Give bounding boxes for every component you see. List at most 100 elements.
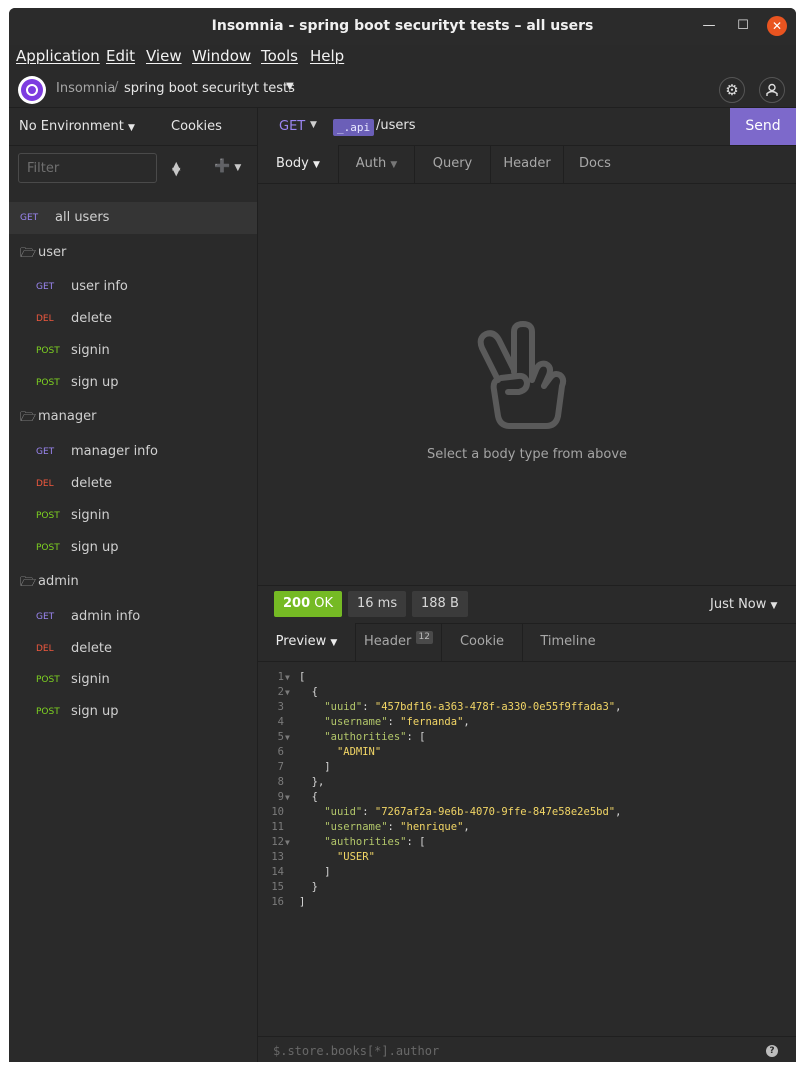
tab-body[interactable]: Body ▼	[258, 145, 339, 183]
breadcrumb-workspace[interactable]: spring boot securityt tests	[124, 81, 295, 96]
tab-response-header[interactable]: Header 12	[356, 623, 441, 661]
sidebar-request-all-users[interactable]: GET all users	[9, 202, 257, 234]
folder-name: manager	[38, 409, 97, 424]
sidebar: No Environment ▼ Cookies ▲▼ ➕ ▼ GET all …	[9, 108, 258, 1062]
breadcrumb-app[interactable]: Insomnia	[56, 81, 115, 96]
url-input[interactable]: /users	[376, 118, 416, 133]
method-badge: GET	[20, 213, 39, 223]
peace-hand-icon	[477, 321, 567, 429]
sidebar-request-user-signin[interactable]: POST signin	[9, 335, 257, 367]
json-value: 457bdf16-a363-478f-a330-0e55f9ffada3	[381, 701, 609, 713]
tab-label: Body	[276, 156, 309, 171]
request-name: signin	[71, 508, 110, 523]
response-filter-input[interactable]: $.store.books[*].author	[273, 1044, 439, 1058]
menu-edit[interactable]: Edit	[106, 47, 135, 65]
url-bar: GET ▼ _.api /users Send	[258, 108, 796, 146]
environment-label: No Environment	[19, 119, 124, 134]
json-value: fernanda	[406, 716, 458, 728]
response-status-bar: 200 OK 16 ms 188 B Just Now ▼	[258, 586, 796, 624]
method-badge: DEL	[36, 644, 54, 654]
header-count-badge: 12	[415, 631, 433, 644]
tab-timeline[interactable]: Timeline	[523, 623, 613, 661]
method-badge: POST	[36, 511, 60, 521]
folder-icon: 🗁	[20, 410, 37, 425]
filter-input[interactable]	[18, 153, 157, 183]
sidebar-folder-user[interactable]: 🗁 user	[9, 237, 257, 269]
request-name: user info	[71, 279, 128, 294]
url-variable-tag[interactable]: _.api	[333, 119, 375, 136]
tab-auth[interactable]: Auth ▼	[339, 145, 414, 183]
folder-name: user	[38, 245, 67, 260]
chevron-down-icon: ▼	[390, 160, 398, 170]
request-name: delete	[71, 476, 112, 491]
status-text: OK	[314, 596, 334, 611]
sidebar-request-manager-signup[interactable]: POST sign up	[9, 532, 257, 564]
json-value: ADMIN	[343, 746, 375, 758]
method-badge: POST	[36, 707, 60, 717]
history-dropdown[interactable]: Just Now ▼	[710, 597, 777, 612]
tab-preview[interactable]: Preview ▼	[258, 623, 356, 661]
sidebar-request-manager-info[interactable]: GET manager info	[9, 436, 257, 468]
window-title: Insomnia - spring boot securityt tests –…	[211, 18, 594, 34]
history-label: Just Now	[710, 597, 767, 612]
chevron-down-icon: ▼	[127, 123, 135, 133]
breadcrumb-separator: /	[114, 80, 119, 95]
tab-header[interactable]: Header	[491, 145, 563, 183]
response-size-badge: 188 B	[412, 591, 468, 617]
sidebar-request-manager-signin[interactable]: POST signin	[9, 500, 257, 532]
response-time-badge: 16 ms	[348, 591, 407, 617]
response-filter-bar: $.store.books[*].author ?	[258, 1036, 796, 1062]
sidebar-request-user-delete[interactable]: DEL delete	[9, 303, 257, 335]
workspace-caret-icon[interactable]: ▼	[286, 81, 294, 92]
menu-tools[interactable]: Tools	[261, 47, 298, 65]
sidebar-request-user-signup[interactable]: POST sign up	[9, 367, 257, 399]
response-tabs: Preview ▼ Header 12 Cookie Timeline	[258, 623, 796, 662]
sidebar-request-user-info[interactable]: GET user info	[9, 271, 257, 303]
request-name: signin	[71, 343, 110, 358]
tab-docs[interactable]: Docs	[564, 145, 626, 183]
divider	[9, 145, 257, 146]
app-header: Insomnia / spring boot securityt tests ▼…	[9, 71, 796, 108]
chevron-down-icon: ▼	[330, 638, 338, 648]
send-button[interactable]: Send	[730, 108, 796, 145]
request-tabs: Body ▼ Auth ▼ Query Header Docs	[258, 145, 796, 184]
empty-body-message: Select a body type from above	[426, 447, 628, 462]
cookies-button[interactable]: Cookies	[171, 119, 222, 134]
minimize-button[interactable]: —	[699, 16, 719, 36]
close-button[interactable]: ✕	[767, 16, 787, 36]
sidebar-request-admin-signup[interactable]: POST sign up	[9, 696, 257, 728]
sidebar-folder-admin[interactable]: 🗁 admin	[9, 566, 257, 598]
folder-icon: 🗁	[20, 575, 37, 590]
environment-select[interactable]: No Environment ▼	[19, 119, 135, 134]
sidebar-folder-manager[interactable]: 🗁 manager	[9, 401, 257, 433]
tab-cookie[interactable]: Cookie	[442, 623, 522, 661]
sort-icon[interactable]: ▲ ▼	[172, 159, 180, 185]
request-name: delete	[71, 311, 112, 326]
request-name: admin info	[71, 609, 141, 624]
sidebar-request-admin-delete[interactable]: DEL delete	[9, 633, 257, 665]
add-menu-icon[interactable]: ➕ ▼	[214, 159, 241, 174]
sidebar-request-manager-delete[interactable]: DEL delete	[9, 468, 257, 500]
app-window: Insomnia - spring boot securityt tests –…	[9, 8, 796, 1062]
status-code: 200	[283, 596, 311, 611]
chevron-down-icon: ▼	[313, 160, 320, 170]
method-select[interactable]: GET	[279, 119, 305, 134]
gear-icon[interactable]: ⚙	[719, 77, 745, 103]
maximize-button[interactable]: ☐	[733, 16, 753, 36]
sidebar-request-admin-info[interactable]: GET admin info	[9, 601, 257, 633]
help-icon[interactable]: ?	[766, 1045, 778, 1057]
tab-query[interactable]: Query	[415, 145, 490, 183]
user-icon[interactable]	[759, 77, 785, 103]
menu-help[interactable]: Help	[310, 47, 344, 65]
sidebar-request-admin-signin[interactable]: POST signin	[9, 664, 257, 696]
folder-name: admin	[38, 574, 79, 589]
menu-window[interactable]: Window	[192, 47, 251, 65]
menu-view[interactable]: View	[146, 47, 182, 65]
method-badge: POST	[36, 675, 60, 685]
method-badge: POST	[36, 346, 60, 356]
menu-application[interactable]: Application	[16, 47, 100, 65]
insomnia-logo-icon[interactable]	[18, 76, 46, 104]
json-value: USER	[343, 851, 369, 863]
chevron-down-icon[interactable]: ▼	[310, 120, 317, 130]
response-pane: 200 OK 16 ms 188 B Just Now ▼ Preview ▼ …	[258, 585, 796, 1062]
